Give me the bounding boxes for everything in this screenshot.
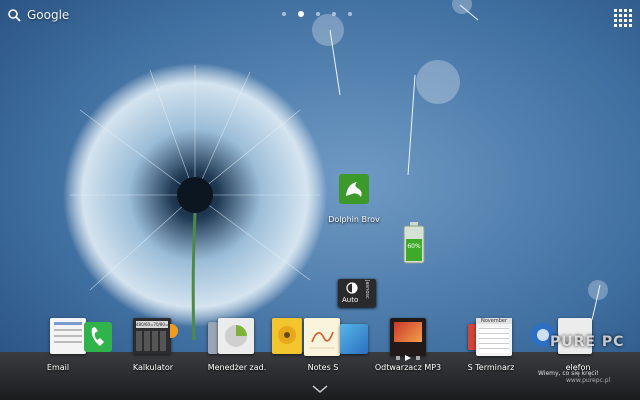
dock-item-music-player[interactable]: Odtwarzacz MP3: [374, 318, 460, 374]
email-label: Email: [46, 363, 70, 372]
notes-thumbnail: [304, 318, 340, 356]
task-manager-label: Menedżer zad.: [207, 363, 267, 372]
battery-level-label: 60%: [407, 243, 421, 250]
calendar-thumbnail: November: [476, 318, 512, 356]
phone-icon: [84, 322, 112, 352]
calculator-label: Kalkulator: [132, 363, 174, 372]
auto-brightness-toggle[interactable]: Auto Jasnosc: [338, 279, 376, 307]
notes-label: Notes S: [307, 363, 339, 372]
dock-item-notes[interactable]: Notes S: [272, 318, 368, 374]
watermark-slogan: Wiemy, co się kręci!: [538, 370, 599, 377]
calendar-label: S Terminarz: [467, 363, 515, 372]
task-manager-tab: [208, 322, 218, 354]
apps-grid-button[interactable]: [614, 9, 632, 27]
page-indicator: [282, 11, 352, 17]
flower-icon: [278, 326, 296, 344]
search-icon: [8, 8, 21, 22]
apps-grid-icon: [614, 9, 617, 12]
task-manager-thumbnail: [218, 318, 254, 354]
auto-brightness-label: Auto: [342, 296, 359, 304]
page-dot[interactable]: [282, 12, 286, 16]
dock-item-calendar[interactable]: November S Terminarz: [462, 318, 528, 374]
email-thumbnail: [50, 318, 86, 354]
watermark-brand: PURE PC: [550, 334, 625, 350]
pen-stroke-icon: [309, 331, 335, 349]
battery-widget[interactable]: 60%: [403, 222, 425, 264]
music-player-label: Odtwarzacz MP3: [374, 363, 442, 372]
brightness-side-label: Jasnosc: [364, 280, 370, 299]
page-dot-active[interactable]: [298, 11, 304, 17]
dock-item-task-manager[interactable]: Menedżer zad.: [200, 318, 274, 374]
calculator-orange-icon: [170, 324, 178, 338]
google-search-label: Google: [27, 8, 70, 22]
play-controls-icon: [396, 355, 420, 361]
watermark-url: www.purepc.pl: [566, 377, 611, 384]
music-player-thumbnail: [390, 318, 426, 361]
dolphin-browser-shortcut[interactable]: Dolphin Brov: [326, 174, 382, 226]
dock-item-email[interactable]: Email: [44, 318, 116, 374]
page-dot[interactable]: [316, 12, 320, 16]
dolphin-label: Dolphin Brov: [328, 215, 380, 224]
google-search-bar[interactable]: Google: [8, 8, 69, 22]
notes-side-icon: [340, 324, 368, 354]
page-dot[interactable]: [332, 12, 336, 16]
gallery-thumbnail: [272, 318, 302, 354]
dock-item-calculator[interactable]: 480/60=70/80=8 Kalkulator: [118, 318, 188, 374]
calendar-month: November: [476, 318, 512, 324]
page-dot[interactable]: [348, 12, 352, 16]
brightness-icon: [346, 282, 358, 294]
pie-chart-icon: [225, 325, 247, 347]
dolphin-icon: [339, 174, 369, 204]
calculator-thumbnail: 480/60=70/80=8: [133, 318, 171, 354]
calculator-display: 480/60=70/80=8: [136, 321, 168, 328]
chevron-down-icon[interactable]: [312, 385, 328, 393]
purepc-watermark: PURE PC Wiemy, co się kręci! www.purepc.…: [530, 334, 624, 384]
